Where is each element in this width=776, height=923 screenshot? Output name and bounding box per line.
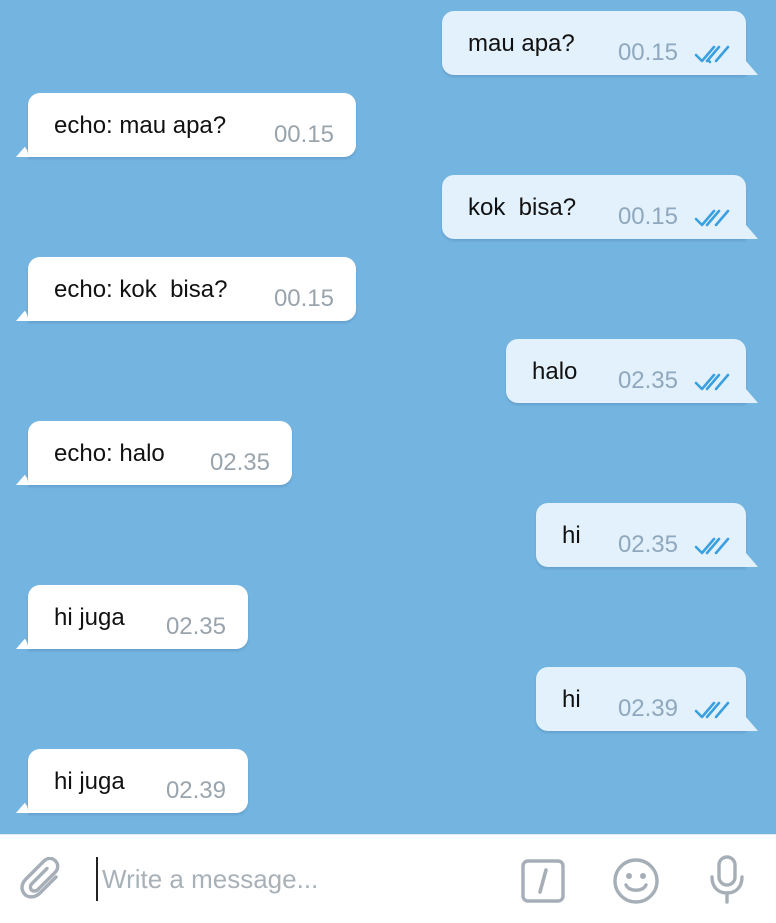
message-time: 00.15 [273,121,334,148]
chat-history[interactable]: mau apa? 00.15 echo: mau apa? 00.15 kok … [0,0,776,834]
message-text: echo: mau apa? [54,112,227,139]
double-check-icon [694,373,730,391]
message-time: 02.39 [165,777,226,804]
message-text: echo: halo [54,440,165,467]
message-time: 02.35 [209,449,270,476]
message-text: hi [562,686,581,713]
message-incoming[interactable]: echo: kok bisa? 00.15 [28,257,356,321]
message-incoming[interactable]: hi juga 02.39 [28,749,248,813]
message-text: kok bisa? [468,194,577,221]
emoji-icon[interactable] [612,857,660,905]
message-composer [0,834,776,923]
bot-command-icon[interactable] [521,859,565,903]
message-input[interactable] [96,857,502,901]
message-outgoing[interactable]: hi 02.35 [536,503,746,567]
message-outgoing[interactable]: kok bisa? 00.15 [442,175,746,239]
double-check-icon [694,701,730,719]
message-text: hi juga [54,768,125,795]
message-time: 00.15 [617,39,678,66]
message-text: hi juga [54,604,125,631]
message-time: 02.35 [165,613,226,640]
double-check-icon [694,209,730,227]
message-time: 02.39 [617,695,678,722]
message-text: mau apa? [468,30,575,57]
message-outgoing[interactable]: mau apa? 00.15 [442,11,746,75]
microphone-icon[interactable] [708,855,746,905]
message-text: hi [562,522,581,549]
message-time: 00.15 [273,285,334,312]
message-incoming[interactable]: echo: halo 02.35 [28,421,292,485]
message-incoming[interactable]: echo: mau apa? 00.15 [28,93,356,157]
message-outgoing[interactable]: hi 02.39 [536,667,746,731]
message-text: halo [532,358,578,385]
message-time: 00.15 [617,203,678,230]
double-check-icon [694,45,730,64]
paperclip-icon[interactable] [20,857,66,903]
message-outgoing[interactable]: halo 02.35 [506,339,746,403]
message-text: echo: kok bisa? [54,276,228,303]
message-incoming[interactable]: hi juga 02.35 [28,585,248,649]
message-time: 02.35 [617,531,678,558]
double-check-icon [694,537,730,555]
message-time: 02.35 [617,367,678,394]
